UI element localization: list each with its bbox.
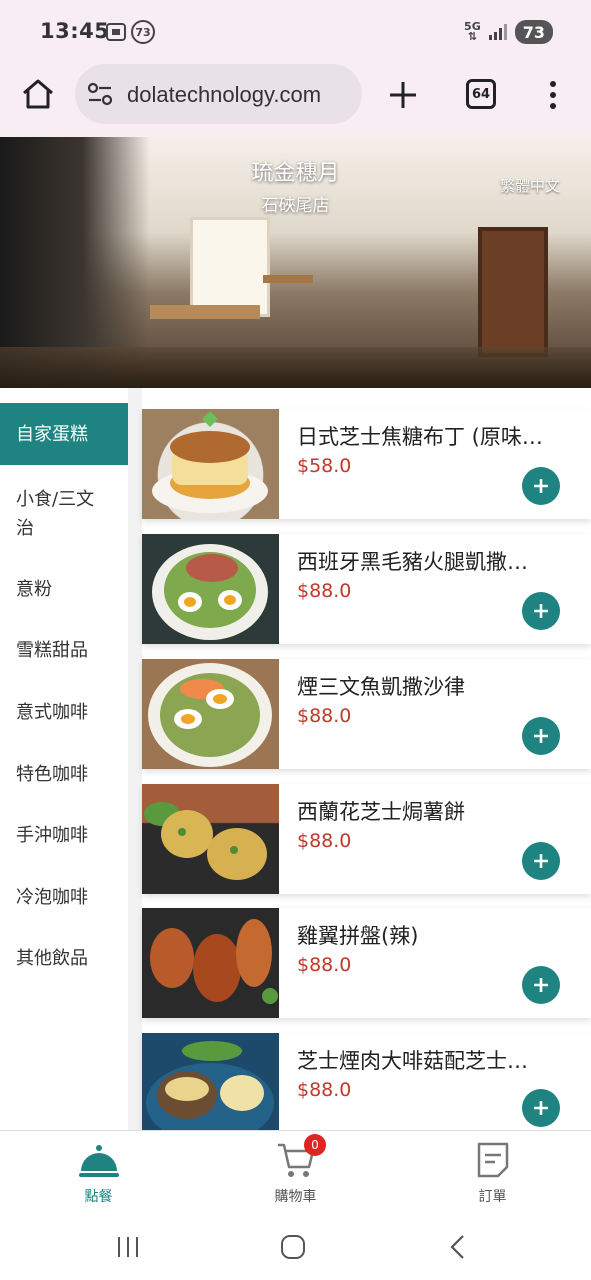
notification-count-icon: 73 [131, 20, 155, 44]
status-time: 13:45 [40, 19, 110, 43]
product-card[interactable]: 煙三文魚凱撒沙律 $88.0 [142, 659, 591, 769]
add-to-cart-button[interactable] [522, 467, 560, 505]
product-image [142, 908, 279, 1018]
url-text[interactable]: dolatechnology.com [127, 82, 357, 108]
product-price: $88.0 [297, 954, 352, 976]
add-to-cart-button[interactable] [522, 592, 560, 630]
new-tab-icon[interactable] [386, 78, 420, 112]
plus-icon [534, 1101, 548, 1115]
product-card[interactable]: 日式芝士焦糖布丁 (原味… $58.0 [142, 409, 591, 519]
product-price: $88.0 [297, 705, 352, 727]
category-item[interactable]: 冷泡咖啡 [0, 866, 128, 928]
add-to-cart-button[interactable] [522, 717, 560, 755]
product-price: $88.0 [297, 580, 352, 602]
url-bar[interactable]: dolatechnology.com [75, 64, 362, 124]
system-nav-bar [0, 1212, 591, 1280]
nav-order[interactable]: 點餐 [0, 1131, 197, 1213]
order-list-icon [477, 1142, 509, 1178]
banner-shelf [478, 227, 548, 357]
language-switch[interactable]: 繁體中文 [500, 175, 560, 196]
home-icon[interactable] [20, 76, 56, 112]
status-right: 5G ⇅ 73 [464, 18, 553, 46]
plus-icon [534, 729, 548, 743]
product-image [142, 534, 279, 644]
nav-cart-label: 購物車 [274, 1189, 317, 1205]
more-menu-icon[interactable] [543, 78, 563, 112]
add-to-cart-button[interactable] [522, 842, 560, 880]
product-price: $58.0 [297, 455, 352, 477]
tab-switcher-button[interactable]: 64 [466, 79, 496, 109]
bottom-nav: 點餐 0 購物車 訂單 [0, 1130, 591, 1212]
store-banner: 琉金穗月 石硤尾店 繁體中文 [0, 137, 591, 388]
category-item[interactable]: 意粉 [0, 558, 128, 620]
nav-orders-label: 訂單 [478, 1189, 507, 1205]
food-cloche-icon [79, 1145, 119, 1177]
add-to-cart-button[interactable] [522, 1089, 560, 1127]
banner-floor [0, 347, 591, 388]
category-sidebar: 自家蛋糕 小食/三文治 意粉 雪糕甜品 意式咖啡 特色咖啡 手沖咖啡 冷泡咖啡 … [0, 388, 128, 1130]
category-item[interactable]: 雪糕甜品 [0, 619, 128, 681]
screenshot-icon [106, 23, 126, 41]
nav-order-label: 點餐 [84, 1189, 113, 1205]
product-price: $88.0 [297, 1079, 352, 1101]
category-item[interactable]: 特色咖啡 [0, 743, 128, 805]
category-item[interactable]: 小食/三文治 [0, 481, 128, 545]
banner-window [190, 217, 270, 317]
signal-icon [488, 24, 507, 40]
browser-toolbar: dolatechnology.com 64 [0, 62, 591, 137]
product-price: $88.0 [297, 830, 352, 852]
category-item[interactable]: 自家蛋糕 [0, 403, 128, 465]
back-icon[interactable] [444, 1232, 474, 1262]
product-card[interactable]: 西班牙黑毛豬火腿凱撒… $88.0 [142, 534, 591, 644]
product-name: 煙三文魚凱撒沙律 [297, 675, 465, 699]
product-name: 芝士煙肉大啡菇配芝士… [297, 1049, 528, 1073]
add-to-cart-button[interactable] [522, 966, 560, 1004]
product-image [142, 784, 279, 894]
category-item[interactable]: 其他飲品 [0, 927, 128, 989]
product-card[interactable]: 西蘭花芝士焗薯餅 $88.0 [142, 784, 591, 894]
plus-icon [534, 978, 548, 992]
nav-orders[interactable]: 訂單 [394, 1131, 591, 1213]
product-name: 雞翼拼盤(辣) [297, 924, 419, 948]
plus-icon [534, 854, 548, 868]
banner-table [263, 275, 313, 283]
product-name: 西班牙黑毛豬火腿凱撒… [297, 550, 528, 574]
site-settings-icon[interactable] [87, 82, 113, 106]
category-item[interactable]: 意式咖啡 [0, 681, 128, 743]
plus-icon [534, 604, 548, 618]
recent-apps-icon[interactable] [113, 1232, 143, 1262]
cart-count-badge: 0 [304, 1134, 326, 1156]
plus-icon [534, 479, 548, 493]
product-image [142, 1033, 279, 1130]
sidebar-divider [128, 388, 142, 1130]
product-image [142, 409, 279, 519]
product-name: 西蘭花芝士焗薯餅 [297, 800, 465, 824]
product-card[interactable]: 雞翼拼盤(辣) $88.0 [142, 908, 591, 1018]
nav-cart[interactable]: 0 購物車 [197, 1131, 394, 1213]
network-icon: 5G ⇅ [464, 20, 481, 43]
category-item[interactable]: 手沖咖啡 [0, 804, 128, 866]
home-nav-icon[interactable] [278, 1232, 308, 1262]
product-image [142, 659, 279, 769]
status-bar: 13:45 73 5G ⇅ 73 [0, 0, 591, 62]
product-card[interactable]: 芝士煙肉大啡菇配芝士… $88.0 [142, 1033, 591, 1130]
product-name: 日式芝士焦糖布丁 (原味… [297, 425, 543, 449]
battery-indicator: 73 [514, 20, 553, 44]
banner-table [150, 305, 260, 319]
